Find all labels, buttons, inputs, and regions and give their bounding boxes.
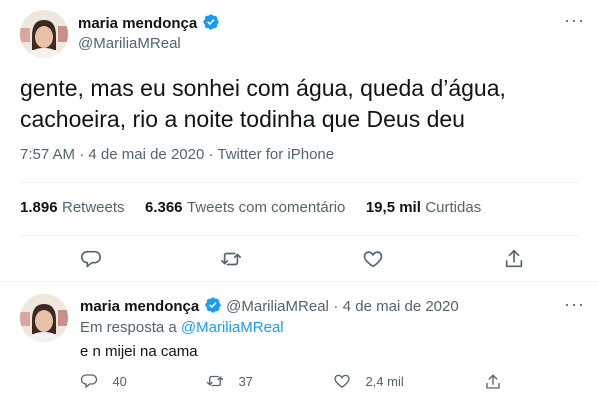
reply-replies-action[interactable]: 40 [80, 372, 127, 390]
share-icon[interactable] [484, 373, 502, 391]
quotes-label: Tweets com comentário [186, 199, 346, 216]
retweets-label: Retweets [62, 199, 125, 216]
retweet-icon [206, 375, 224, 387]
reply-author-name[interactable]: maria mendonça [80, 298, 199, 315]
reply-likes-count: 2,4 mil [365, 373, 404, 389]
reply-text: e n mijei na cama [80, 343, 198, 360]
reply-date[interactable]: 4 de mai de 2020 [343, 298, 459, 315]
author-avatar[interactable] [20, 10, 68, 58]
reply-to-handle[interactable]: @MariliaMReal [181, 319, 284, 336]
verified-badge-icon [204, 297, 221, 313]
retweet-icon[interactable] [220, 248, 242, 270]
reply-author-avatar[interactable] [20, 294, 68, 342]
reply-retweets-action[interactable]: 37 [206, 372, 253, 390]
likes-stat[interactable]: 19,5 mil Curtidas [366, 199, 481, 216]
tweet-text: gente, mas eu sonhei com água, queda d’á… [20, 73, 590, 135]
retweets-count: 1.896 [20, 199, 58, 216]
like-icon[interactable] [362, 248, 384, 270]
reply-context: Em resposta a @MariliaMReal [80, 319, 284, 336]
reply-prefix: Em resposta a [80, 319, 177, 336]
quotes-stat[interactable]: 6.366 Tweets com comentário [145, 199, 350, 216]
divider-1 [20, 182, 579, 183]
divider-2 [20, 235, 579, 236]
tweet-date[interactable]: 4 de mai de 2020 [88, 146, 204, 163]
tweet-source[interactable]: Twitter for iPhone [217, 146, 334, 163]
reply-replies-count: 40 [112, 373, 127, 389]
verified-badge-icon [202, 14, 219, 30]
retweets-stat[interactable]: 1.896 Retweets [20, 199, 129, 216]
meta-dot-2: · [208, 146, 214, 163]
reply-more-icon[interactable]: ··· [564, 294, 585, 315]
reply-icon [80, 374, 98, 389]
likes-count: 19,5 mil [365, 199, 421, 216]
reply-icon[interactable] [80, 248, 102, 270]
meta-dot: · [79, 146, 85, 163]
reply-retweets-count: 37 [238, 373, 253, 389]
author-handle[interactable]: @MariliaMReal [78, 35, 181, 52]
reply-author-handle[interactable]: @MariliaMReal [226, 298, 329, 315]
reply-header: maria mendonça @MariliaMReal · 4 de mai … [80, 296, 459, 316]
tweet-text-line-2: cachoeira, rio a noite todinha que Deus … [20, 106, 465, 132]
reply-likes-action[interactable]: 2,4 mil [333, 372, 404, 390]
likes-label: Curtidas [425, 199, 482, 216]
tweet-text-line-1: gente, mas eu sonhei com água, queda d’á… [20, 75, 506, 101]
tweet-meta: 7:57 AM · 4 de mai de 2020 · Twitter for… [20, 146, 334, 163]
tweet-stats: 1.896 Retweets 6.366 Tweets com comentár… [20, 199, 481, 217]
reply-meta-dot: · [333, 298, 339, 315]
divider-3 [0, 281, 599, 282]
share-icon[interactable] [503, 248, 525, 270]
author-name[interactable]: maria mendonça [78, 15, 197, 32]
quotes-count: 6.366 [144, 199, 183, 216]
more-icon[interactable]: ··· [564, 10, 585, 31]
tweet-time[interactable]: 7:57 AM [20, 146, 75, 163]
like-icon [334, 374, 350, 388]
